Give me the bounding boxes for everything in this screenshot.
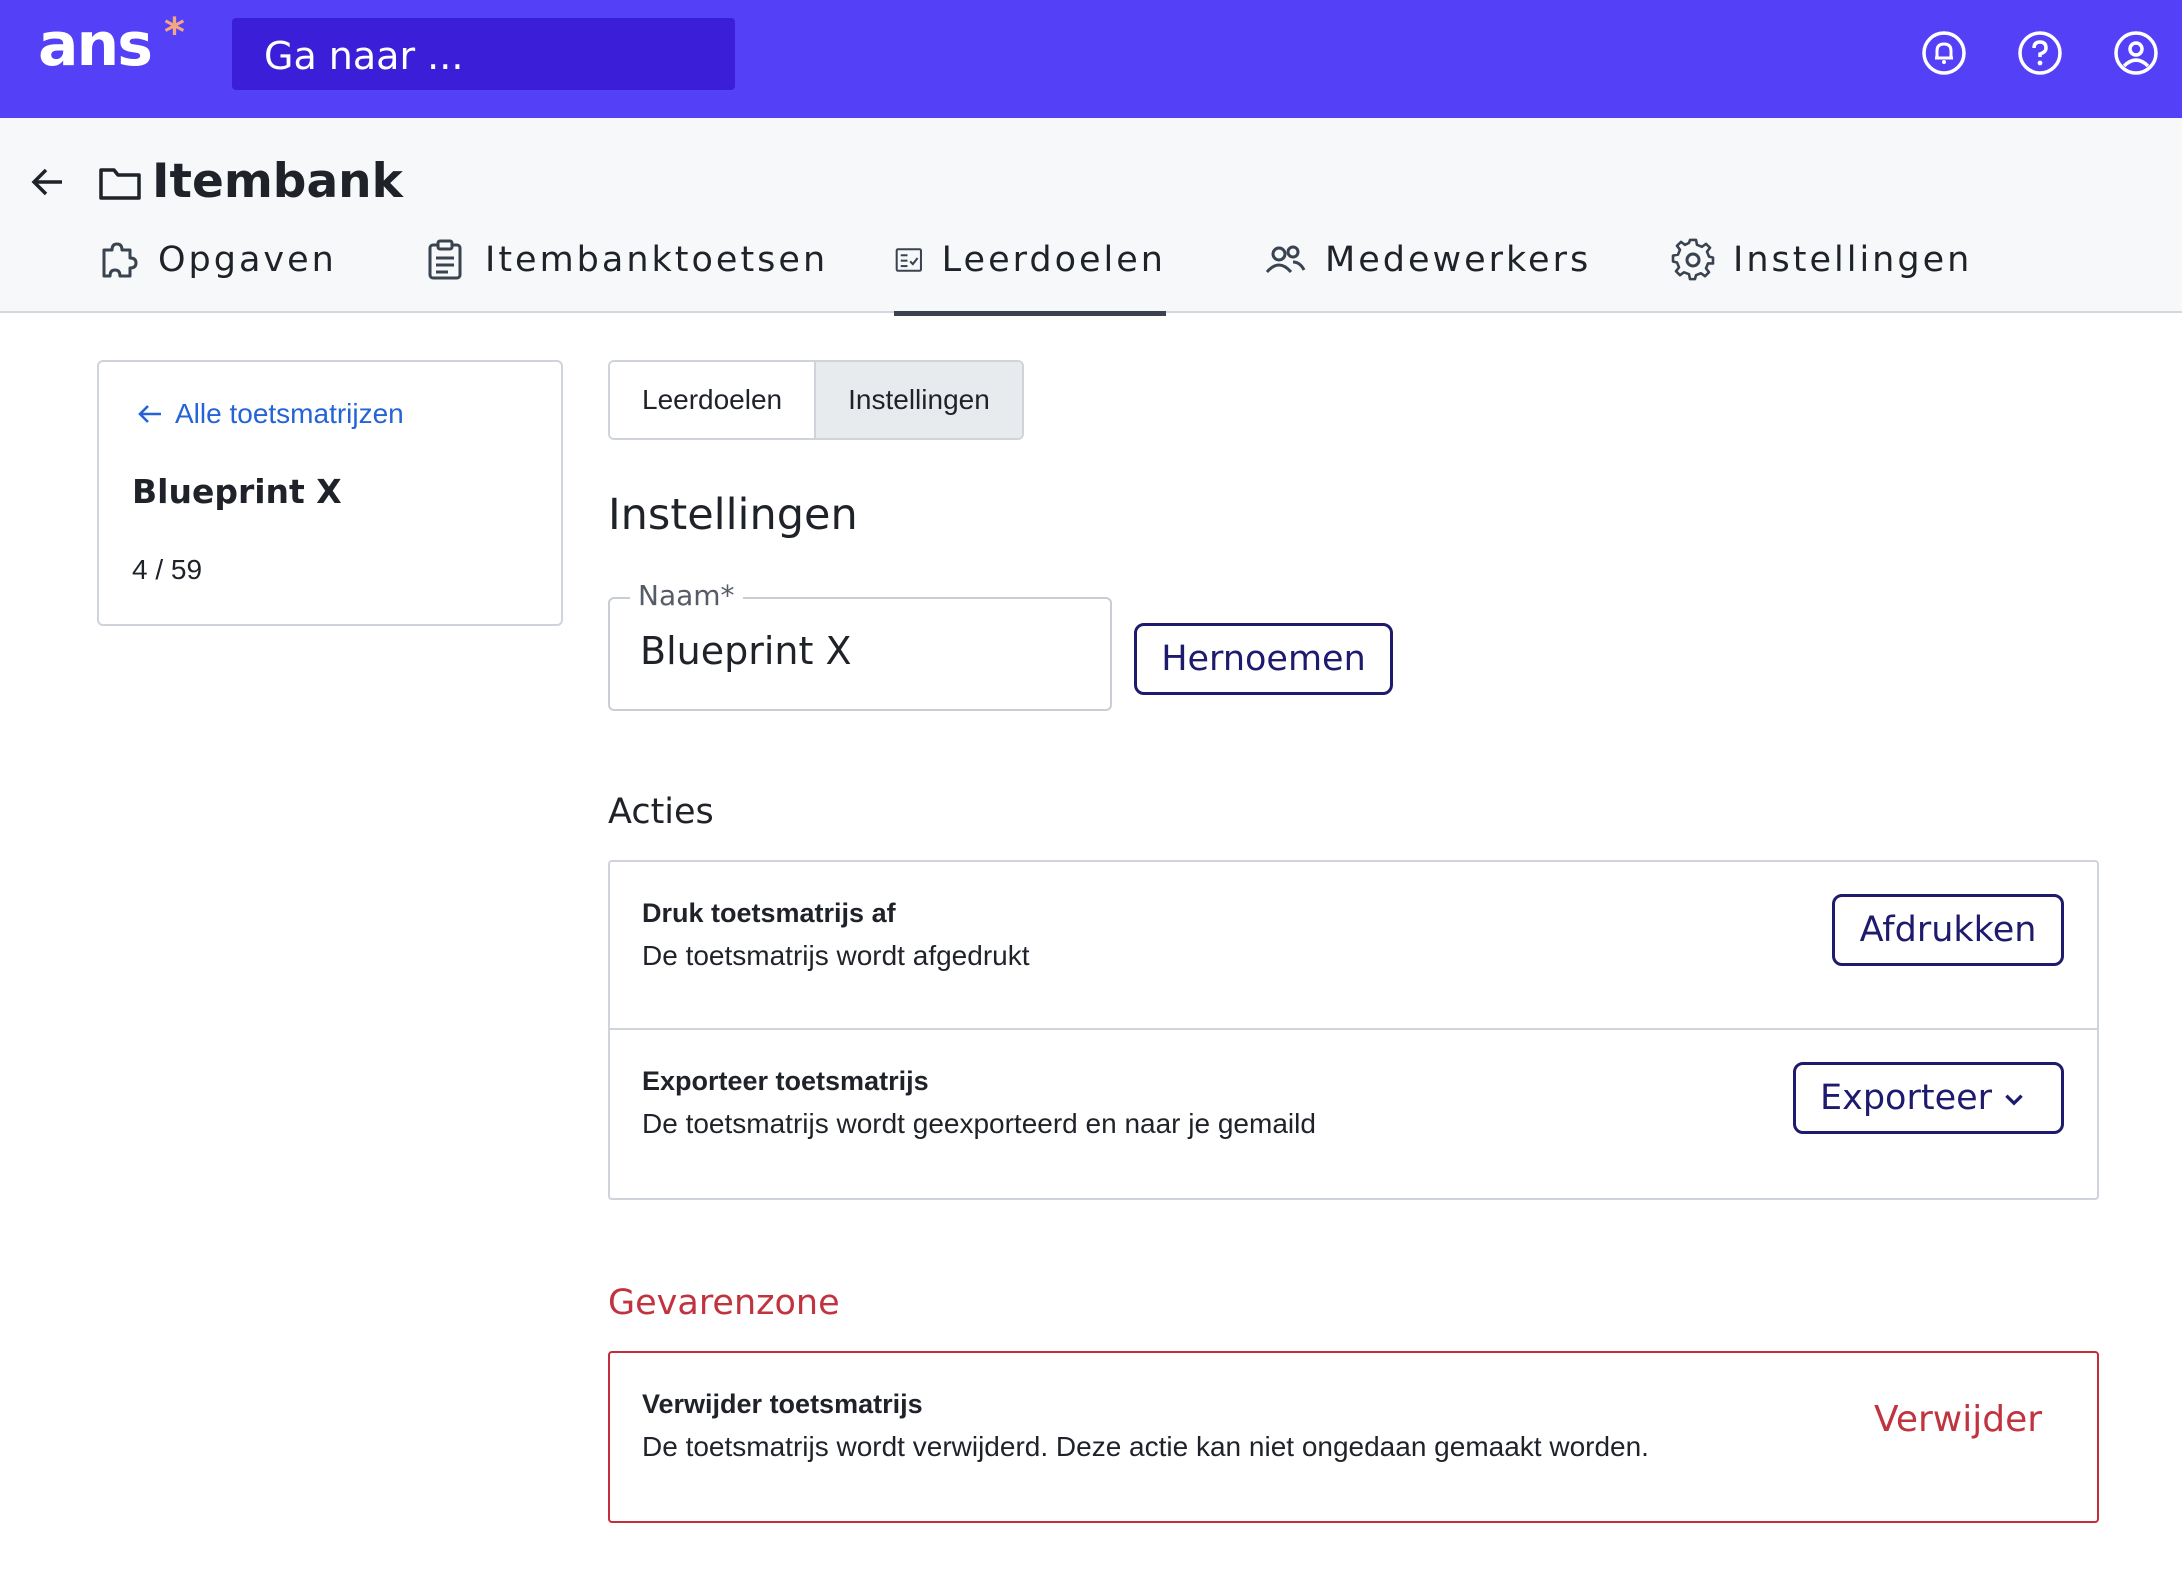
tab-label: Leerdoelen (941, 240, 1166, 280)
tab-instellingen[interactable]: Instellingen (1671, 236, 1972, 311)
tab-label: Instellingen (1733, 240, 1973, 280)
top-bar: ans * Ga naar ... (0, 0, 2182, 118)
print-description: De toetsmatrijs wordt afgedrukt (642, 940, 1030, 971)
sidebar-title: Blueprint X (132, 472, 342, 511)
puzzle-icon (102, 242, 138, 278)
name-field[interactable]: Naam* Blueprint X (608, 579, 1112, 711)
back-link[interactable]: Alle toetsmatrijzen (135, 398, 404, 430)
tab-leerdoelen[interactable]: Leerdoelen (894, 236, 1166, 316)
notification-bell-icon[interactable] (1921, 30, 1967, 76)
page-title: Itembank (152, 154, 403, 209)
tab-label: Itembanktoetsen (485, 240, 829, 280)
logo[interactable]: ans (38, 10, 153, 80)
sidebar-card: Alle toetsmatrijzen Blueprint X 4 / 59 (97, 360, 563, 626)
print-title: Druk toetsmatrijs af (642, 898, 896, 928)
actions-panel: Druk toetsmatrijs af De toetsmatrijs wor… (608, 860, 2099, 1200)
section-heading: Instellingen (608, 490, 858, 540)
name-field-label: Naam* (630, 579, 743, 612)
account-icon[interactable] (2113, 30, 2159, 76)
export-dropdown-button[interactable]: Exporteer (1793, 1062, 2064, 1134)
page-header: Itembank Opgaven Itembanktoetsen Leerdoe… (0, 118, 2182, 316)
checklist-icon (895, 248, 922, 272)
divider (610, 1028, 2097, 1030)
subtab-instellingen[interactable]: Instellingen (814, 362, 1022, 438)
tab-label: Opgaven (158, 240, 337, 280)
subtab-leerdoelen[interactable]: Leerdoelen (610, 362, 815, 438)
logo-mark: * (164, 10, 185, 56)
arrow-left-icon (138, 405, 161, 423)
tab-itembanktoetsen[interactable]: Itembanktoetsen (423, 236, 828, 311)
segmented-tabs: Leerdoelen Instellingen (608, 360, 1024, 440)
search-input[interactable]: Ga naar ... (232, 18, 735, 90)
tab-medewerkers[interactable]: Medewerkers (1263, 236, 1591, 311)
actions-heading: Acties (608, 792, 714, 832)
print-button[interactable]: Afdrukken (1832, 894, 2064, 966)
export-description: De toetsmatrijs wordt geexporteerd en na… (642, 1108, 1316, 1139)
help-icon[interactable] (2017, 30, 2063, 76)
delete-button[interactable]: Verwijder (1874, 1399, 2042, 1440)
back-arrow-icon[interactable] (28, 162, 68, 202)
folder-icon (99, 168, 141, 200)
back-link-label: Alle toetsmatrijzen (175, 398, 404, 429)
export-title: Exporteer toetsmatrijs (642, 1066, 929, 1096)
delete-description: De toetsmatrijs wordt verwijderd. Deze a… (642, 1431, 1649, 1462)
rename-button[interactable]: Hernoemen (1134, 623, 1393, 695)
chevron-down-icon (2005, 1094, 2023, 1106)
gear-icon (1671, 238, 1715, 281)
clipboard-icon (428, 239, 462, 280)
export-button-label: Exporteer (1820, 1078, 1993, 1118)
sidebar-count: 4 / 59 (132, 554, 203, 585)
users-icon (1265, 245, 1306, 274)
tab-opgaven[interactable]: Opgaven (96, 236, 337, 311)
danger-panel: Verwijder toetsmatrijs De toetsmatrijs w… (608, 1351, 2099, 1523)
name-field-value: Blueprint X (640, 629, 852, 673)
tab-label: Medewerkers (1325, 240, 1592, 280)
danger-heading: Gevarenzone (608, 1283, 840, 1323)
search-placeholder: Ga naar ... (264, 34, 464, 78)
delete-title: Verwijder toetsmatrijs (642, 1389, 923, 1419)
